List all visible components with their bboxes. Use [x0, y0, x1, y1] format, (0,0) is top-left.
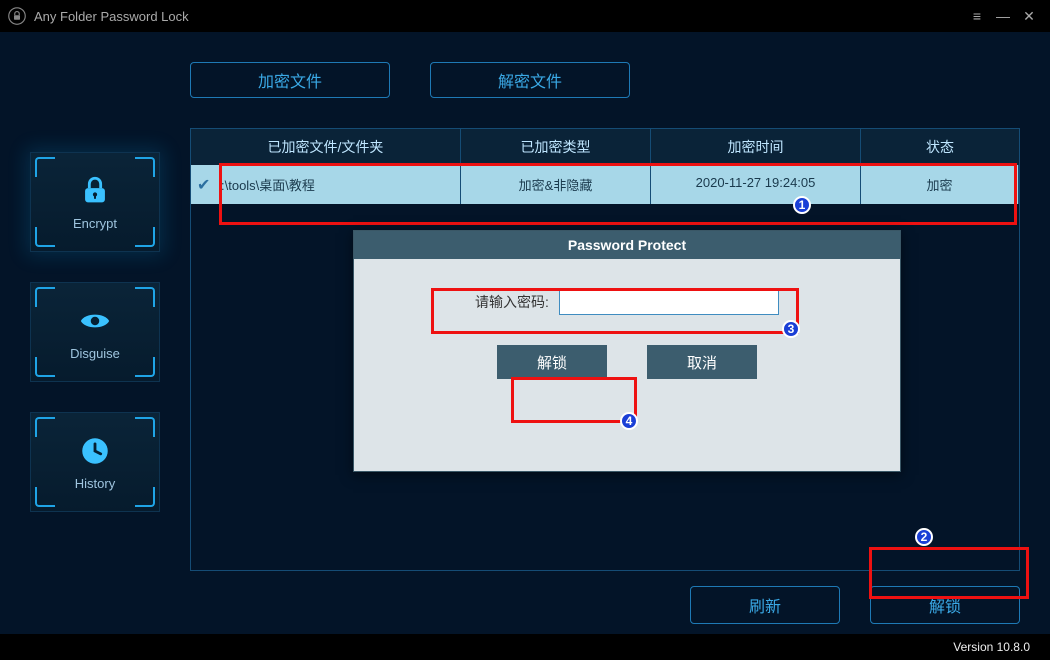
menu-icon[interactable]: ≡	[964, 8, 990, 24]
app-title: Any Folder Password Lock	[34, 9, 189, 24]
password-input[interactable]	[559, 289, 779, 315]
footer: Version 10.8.0	[0, 634, 1050, 660]
unlock-button[interactable]: 解锁	[870, 586, 1020, 624]
sidebar-item-disguise[interactable]: Disguise	[30, 282, 160, 382]
dialog-unlock-button[interactable]: 解锁	[497, 345, 607, 379]
annotation-badge-1: 1	[793, 196, 811, 214]
cell-type: 加密&非隐藏	[461, 165, 651, 204]
annotation-badge-4: 4	[620, 412, 638, 430]
annotation-badge-3: 3	[782, 320, 800, 338]
dialog-cancel-button[interactable]: 取消	[647, 345, 757, 379]
sidebar-item-history[interactable]: History	[30, 412, 160, 512]
table-header: 已加密文件/文件夹 已加密类型 加密时间 状态	[191, 129, 1019, 165]
version-text: Version 10.8.0	[953, 640, 1030, 654]
minimize-icon[interactable]: —	[990, 8, 1016, 24]
cell-status: 加密	[861, 165, 1019, 204]
decrypt-file-button[interactable]: 解密文件	[430, 62, 630, 98]
close-icon[interactable]: ✕	[1016, 8, 1042, 25]
refresh-button[interactable]: 刷新	[690, 586, 840, 624]
th-path: 已加密文件/文件夹	[191, 129, 461, 165]
sidebar-label-disguise: Disguise	[70, 346, 120, 361]
dialog-title: Password Protect	[354, 231, 900, 259]
sidebar-label-history: History	[75, 476, 115, 491]
cell-time: 2020-11-27 19:24:05	[651, 165, 861, 204]
th-status: 状态	[861, 129, 1019, 165]
lock-app-icon	[8, 7, 26, 25]
cell-path: :\tools\桌面\教程	[191, 165, 461, 204]
annotation-badge-2: 2	[915, 528, 933, 546]
table-row[interactable]: ✔ :\tools\桌面\教程 加密&非隐藏 2020-11-27 19:24:…	[191, 165, 1019, 204]
title-bar: Any Folder Password Lock ≡ — ✕	[0, 0, 1050, 32]
sidebar: Encrypt Disguise History	[30, 152, 160, 624]
password-dialog: Password Protect 请输入密码: 解锁 取消	[353, 230, 901, 472]
clock-icon	[78, 434, 112, 468]
encrypt-file-button[interactable]: 加密文件	[190, 62, 390, 98]
sidebar-item-encrypt[interactable]: Encrypt	[30, 152, 160, 252]
sidebar-label-encrypt: Encrypt	[73, 216, 117, 231]
lock-icon	[78, 174, 112, 208]
password-label: 请输入密码:	[475, 292, 549, 312]
eye-icon	[78, 304, 112, 338]
th-type: 已加密类型	[461, 129, 651, 165]
th-time: 加密时间	[651, 129, 861, 165]
